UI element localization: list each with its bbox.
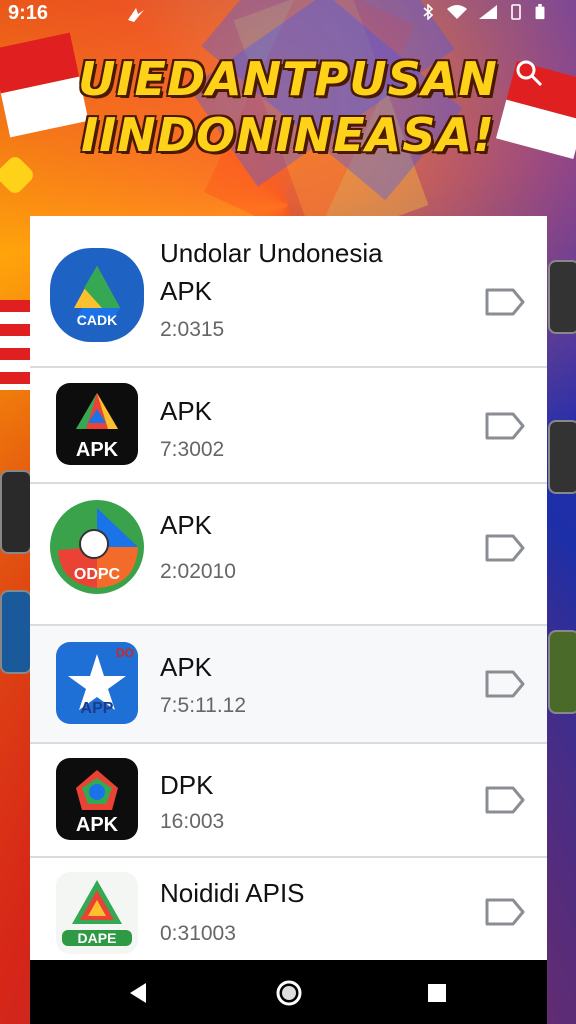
wifi-icon xyxy=(447,5,467,19)
app-list-panel: CADK Undolar Undonesia APK 2:0315 APK AP… xyxy=(30,216,547,960)
home-icon[interactable] xyxy=(274,978,304,1008)
back-icon[interactable] xyxy=(124,978,154,1008)
app-icon-label: DAPE xyxy=(62,930,132,946)
item-subtitle: 0:31003 xyxy=(160,922,236,945)
signal-icon xyxy=(479,5,497,19)
app-icon-label: CADK xyxy=(76,312,118,328)
item-subtitle: 7:3002 xyxy=(160,438,225,461)
vibrate-icon xyxy=(511,4,521,20)
list-item[interactable]: ODPC APK 2:02010 xyxy=(30,484,547,626)
phone-deco-left-1 xyxy=(0,470,32,554)
share-tag-icon[interactable] xyxy=(483,666,527,702)
item-title: Undolar Undonesia xyxy=(160,238,383,268)
list-item[interactable]: APK DPK 16:003 xyxy=(30,744,547,858)
recents-icon[interactable] xyxy=(422,978,452,1008)
search-icon[interactable] xyxy=(514,58,544,88)
share-tag-icon[interactable] xyxy=(483,284,527,320)
item-subtitle: 2:0315 xyxy=(160,318,225,341)
share-tag-icon[interactable] xyxy=(483,408,527,444)
dpk-app-icon: APK xyxy=(56,758,138,840)
odpc-app-icon: ODPC xyxy=(50,500,144,594)
app-icon-badge: DO xyxy=(116,646,134,660)
phone-deco-right-3 xyxy=(548,630,576,714)
notification-icon xyxy=(128,8,144,22)
status-bar: 9:16 xyxy=(0,0,576,28)
item-title-line2: APK xyxy=(160,276,213,306)
status-time: 9:16 xyxy=(8,2,49,24)
phone-deco-right-2 xyxy=(548,420,576,494)
list-item[interactable]: APK APK 7:3002 xyxy=(30,368,547,484)
app-icon-label: APK xyxy=(75,814,119,836)
bluetooth-icon xyxy=(423,4,434,20)
apk-triangle-app-icon: APK xyxy=(56,383,138,465)
item-subtitle: 7:5:11.12 xyxy=(160,694,247,717)
drive-like-app-icon: CADK xyxy=(50,248,144,342)
item-title: APK xyxy=(160,510,213,540)
phone-deco-left-2 xyxy=(0,590,32,674)
share-tag-icon[interactable] xyxy=(483,894,527,930)
phone-deco-right-1 xyxy=(548,260,576,334)
share-tag-icon[interactable] xyxy=(483,782,527,818)
item-title: DPK xyxy=(160,770,214,800)
list-item[interactable]: CADK Undolar Undonesia APK 2:0315 xyxy=(30,216,547,368)
item-title: Noididi APIS xyxy=(160,878,305,908)
banner-title-line2: IINDONINEASA! xyxy=(81,108,495,162)
banner-title-line1: UIEDANTPUSAN xyxy=(78,52,498,106)
item-title: APK xyxy=(160,652,213,682)
app-icon-label: ODPC xyxy=(73,566,121,583)
list-item[interactable]: DAPE Noididi APIS 0:31003 xyxy=(30,858,547,960)
item-title: APK xyxy=(160,396,213,426)
star-app-icon: DO APP xyxy=(56,642,138,724)
share-tag-icon[interactable] xyxy=(483,530,527,566)
list-item[interactable]: DO APP APK 7:5:11.12 xyxy=(30,626,547,744)
app-icon-label: APK xyxy=(75,439,119,461)
navigation-bar xyxy=(30,960,547,1024)
battery-icon xyxy=(535,4,545,20)
app-icon-label: APP xyxy=(80,700,114,717)
dape-app-icon: DAPE xyxy=(56,872,138,954)
item-subtitle: 16:003 xyxy=(160,810,225,833)
item-subtitle: 2:02010 xyxy=(160,560,236,583)
striped-flag-left xyxy=(0,300,30,390)
